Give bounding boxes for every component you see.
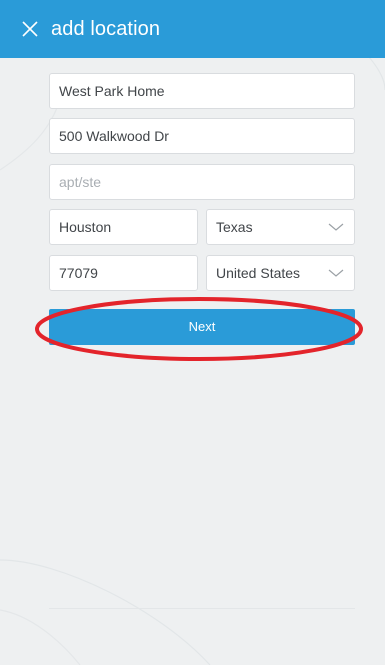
street-address-field[interactable] — [49, 118, 355, 154]
next-button[interactable]: Next — [49, 309, 355, 345]
page-title: add location — [51, 18, 161, 40]
zip-code-field[interactable] — [49, 255, 198, 291]
close-icon[interactable] — [20, 19, 40, 39]
city-field[interactable] — [49, 209, 198, 245]
state-select-value: Texas — [216, 219, 253, 235]
chevron-down-icon — [328, 269, 344, 277]
country-select[interactable]: United States — [206, 255, 355, 291]
chevron-down-icon — [328, 223, 344, 231]
app-header: add location — [0, 0, 385, 58]
state-select[interactable]: Texas — [206, 209, 355, 245]
apt-suite-field[interactable] — [49, 164, 355, 200]
location-name-field[interactable] — [49, 73, 355, 109]
divider — [49, 608, 355, 609]
country-select-value: United States — [216, 265, 301, 281]
